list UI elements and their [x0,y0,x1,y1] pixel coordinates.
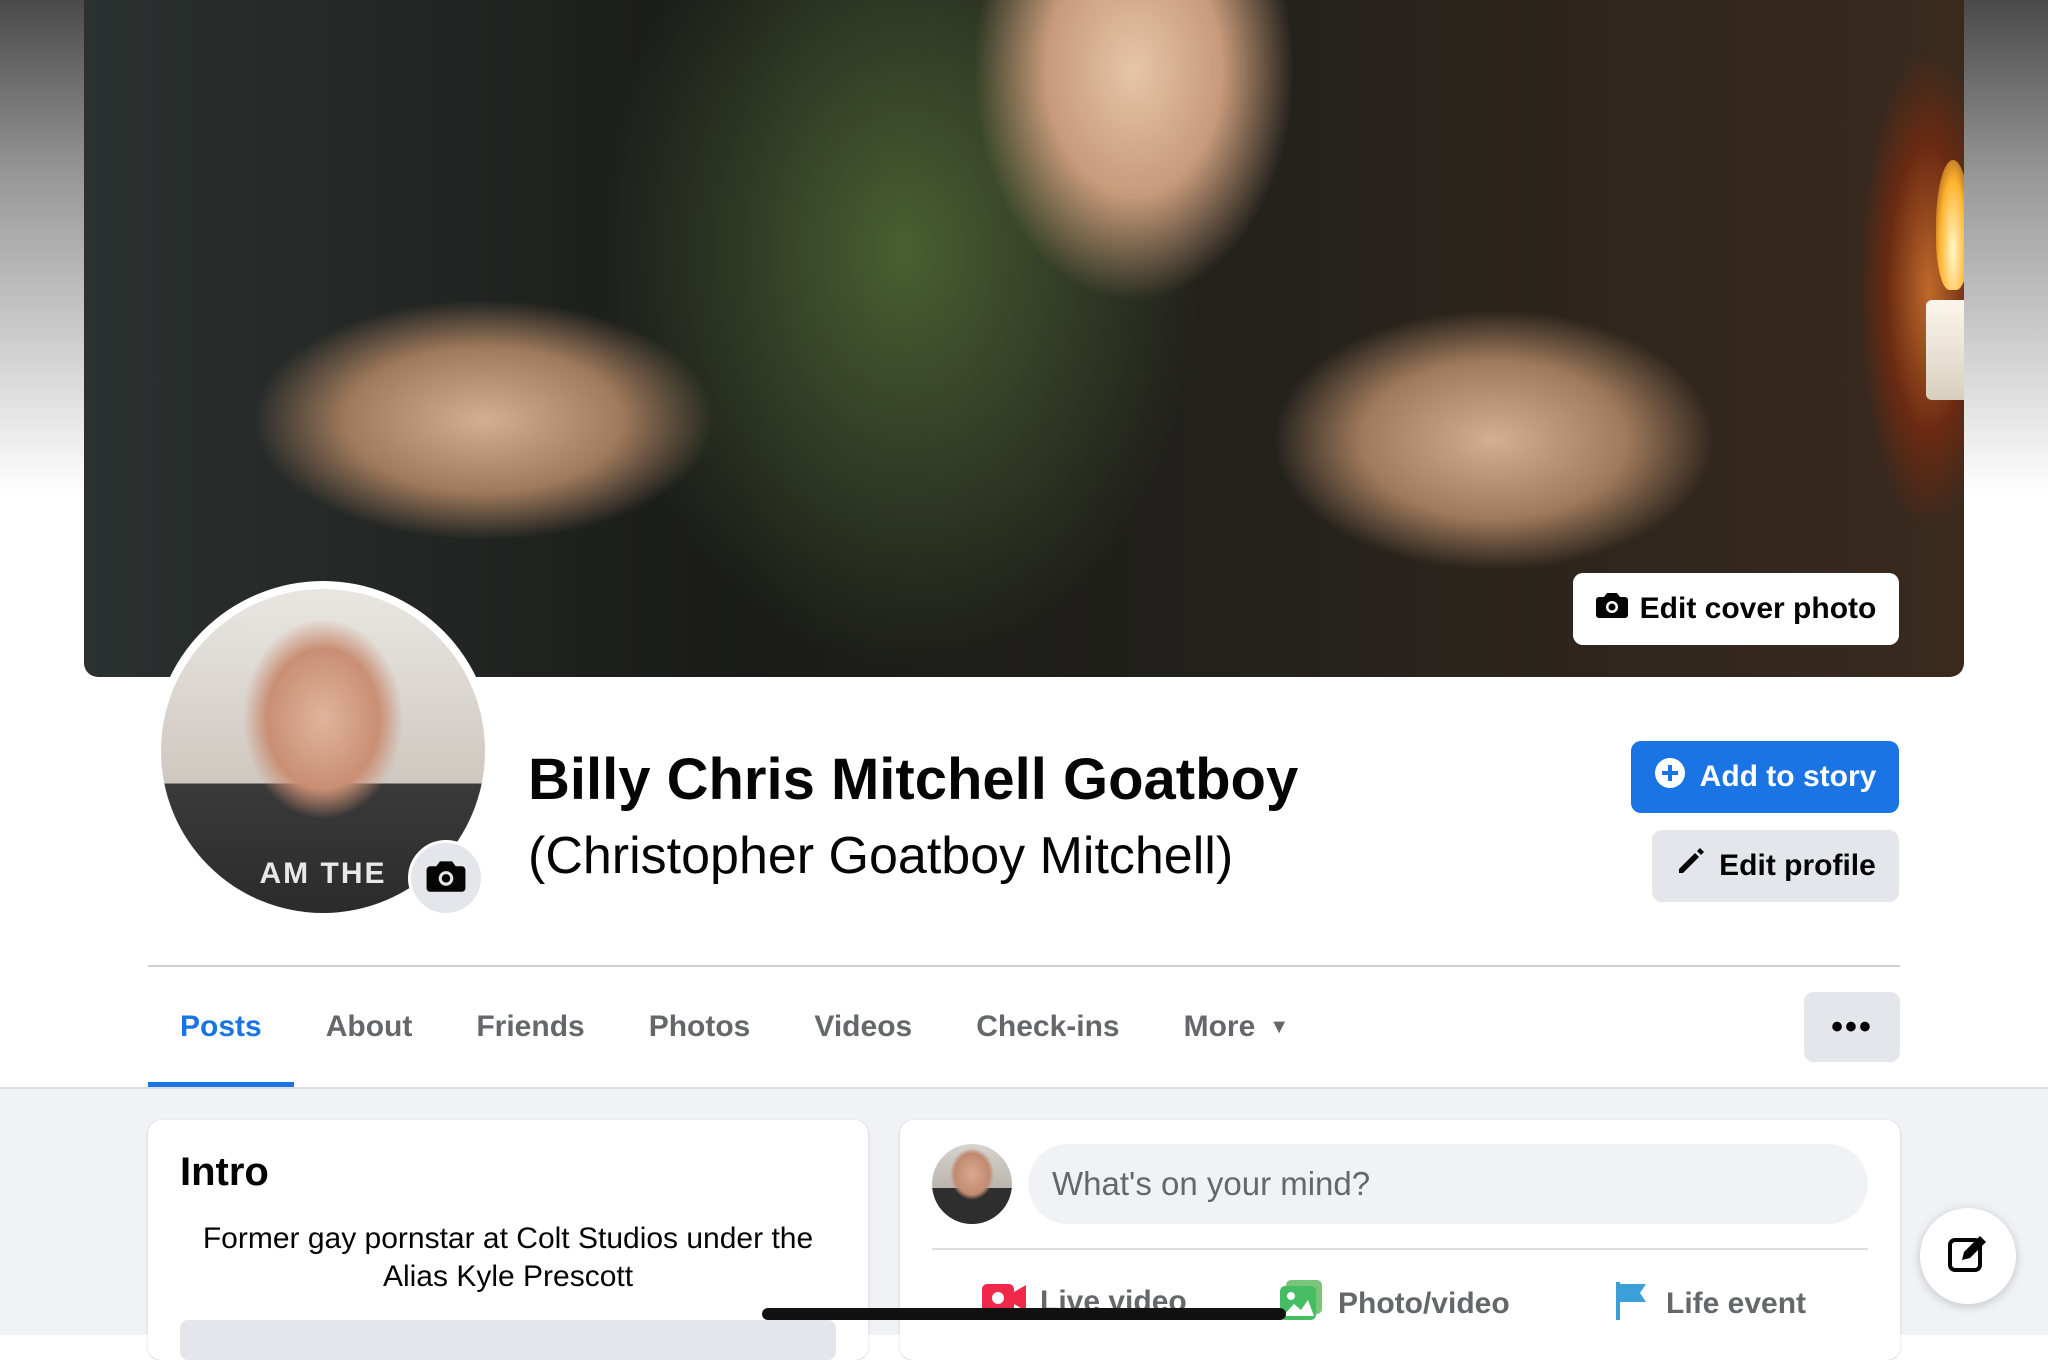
post-composer: What's on your mind? Live video Photo/vi… [900,1120,1900,1360]
ellipsis-icon: ••• [1831,1007,1873,1046]
flag-icon [1612,1280,1652,1328]
edit-profile-button[interactable]: Edit profile [1652,830,1899,902]
tab-label: Photos [648,1010,751,1043]
photo-icon [1280,1280,1324,1328]
compose-post-button[interactable] [1920,1208,2016,1304]
tab-label: Friends [476,1010,585,1043]
tab-label: Check-ins [976,1010,1120,1043]
composer-placeholder: What's on your mind? [1052,1165,1371,1202]
caret-down-icon: ▼ [1269,1015,1290,1038]
tab-photos[interactable]: Photos [617,967,783,1087]
add-to-story-button[interactable]: Add to story [1631,741,1899,813]
tab-about[interactable]: About [294,967,445,1087]
pencil-icon [1675,847,1705,885]
profile-tabs: Posts About Friends Photos Videos Check-… [148,967,1321,1087]
tab-label: About [325,1010,413,1043]
composer-divider [932,1248,1868,1250]
intro-card: Intro Former gay pornstar at Colt Studio… [148,1120,868,1360]
update-profile-picture-button[interactable] [408,840,484,916]
life-event-button[interactable]: Life event [1612,1280,1806,1328]
tab-friends[interactable]: Friends [444,967,616,1087]
intro-title: Intro [180,1150,269,1194]
whats-on-your-mind-input[interactable]: What's on your mind? [1028,1144,1868,1224]
tab-posts[interactable]: Posts [148,967,294,1087]
cover-candle-flame [1936,160,1964,290]
photo-video-button[interactable]: Photo/video [1280,1280,1510,1328]
more-options-button[interactable]: ••• [1804,992,1900,1062]
tab-videos[interactable]: Videos [782,967,944,1087]
photo-video-label: Photo/video [1338,1287,1510,1320]
home-indicator [762,1308,1286,1320]
edit-cover-photo-button[interactable]: Edit cover photo [1573,573,1899,645]
edit-bio-button[interactable] [180,1320,836,1360]
profile-alternate-name: (Christopher Goatboy Mitchell) [528,827,1234,885]
tab-check-ins[interactable]: Check-ins [944,967,1151,1087]
edit-profile-label: Edit profile [1719,849,1876,882]
life-event-label: Life event [1666,1287,1807,1320]
tab-label: More [1183,1010,1256,1043]
plus-circle-icon [1654,757,1686,797]
camera-icon [1595,591,1628,627]
cover-candle [1926,300,1964,400]
tab-label: Videos [814,1010,913,1043]
camera-icon [426,859,466,898]
tab-more[interactable]: More ▼ [1152,967,1321,1087]
edit-cover-photo-label: Edit cover photo [1639,592,1877,625]
compose-icon [1946,1232,1990,1281]
intro-bio: Former gay pornstar at Colt Studios unde… [202,1222,814,1293]
add-to-story-label: Add to story [1699,760,1877,793]
tab-label: Posts [180,1010,262,1043]
composer-avatar[interactable] [932,1144,1012,1224]
profile-name: Billy Chris Mitchell Goatboy [528,747,1299,812]
